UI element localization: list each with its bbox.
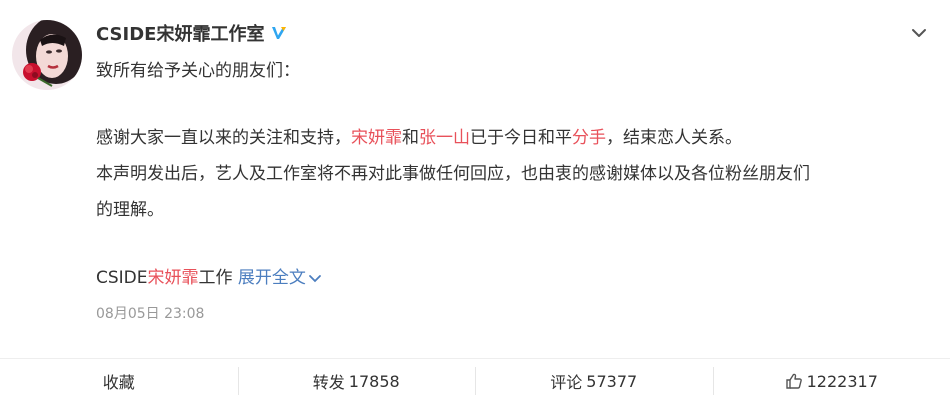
- post-line-1: 感谢大家一直以来的关注和支持，宋妍霏和张一山已于今日和平分手，结束恋人关系。: [96, 125, 742, 151]
- username[interactable]: CSIDE宋妍霏工作室: [96, 20, 264, 46]
- comment-count: 57377: [586, 371, 638, 391]
- comment-button[interactable]: 评论 57377: [475, 359, 713, 402]
- verified-badge-icon: [272, 27, 287, 39]
- post-greeting: 致所有给予关心的朋友们：: [96, 61, 300, 81]
- chevron-down-icon: [309, 275, 321, 283]
- repost-button[interactable]: 转发 17858: [237, 359, 476, 402]
- weibo-post-card: CSIDE宋妍霏工作室 致所有给予关心的朋友们： 感谢大家一直以来的关注和支持，…: [0, 0, 950, 402]
- post-text: ，结束恋人关系。: [606, 128, 742, 148]
- post-text: 已于今日和平: [470, 128, 572, 148]
- signature-name[interactable]: 宋妍霏: [148, 268, 199, 288]
- post-line-3: 的理解。: [96, 200, 164, 220]
- comment-label: 评论: [550, 373, 583, 392]
- post-timestamp[interactable]: 08月05日 23:08: [96, 303, 204, 323]
- expand-label: 展开全文: [237, 268, 306, 288]
- user-row: CSIDE宋妍霏工作室: [96, 20, 289, 46]
- keyword-link[interactable]: 分手: [572, 128, 606, 148]
- avatar[interactable]: [12, 20, 82, 90]
- like-count: 1222317: [806, 371, 878, 391]
- post-line-2: 本声明发出后，艺人及工作室将不再对此事做任何回应，也由衷的感谢媒体以及各位粉丝朋…: [96, 164, 810, 184]
- signature-prefix: CSIDE: [96, 268, 148, 288]
- thumbs-up-icon: [785, 373, 802, 389]
- post-signature: CSIDE宋妍霏工作 展开全文: [96, 265, 322, 291]
- repost-count: 17858: [348, 371, 400, 391]
- mention-name-1[interactable]: 宋妍霏: [351, 128, 402, 148]
- mention-name-2[interactable]: 张一山: [419, 128, 470, 148]
- post-text: 感谢大家一直以来的关注和支持，: [96, 128, 351, 148]
- favorite-label: 收藏: [102, 373, 135, 392]
- action-bar: 收藏 转发 17858 评论 57377 1222317: [0, 358, 950, 402]
- like-button[interactable]: 1222317: [712, 359, 950, 402]
- avatar-image: [12, 20, 82, 90]
- post-text: 和: [402, 128, 419, 148]
- repost-label: 转发: [312, 373, 345, 392]
- favorite-button[interactable]: 收藏: [0, 359, 238, 402]
- expand-full-text-link[interactable]: 展开全文: [238, 268, 322, 288]
- signature-suffix: 工作: [198, 268, 233, 288]
- chevron-down-icon[interactable]: [910, 24, 928, 42]
